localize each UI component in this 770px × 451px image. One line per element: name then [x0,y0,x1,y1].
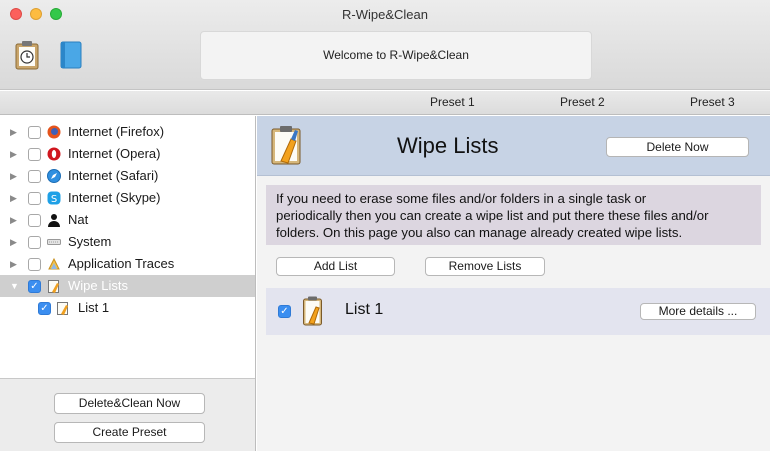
info-text-line: If you need to erase some files and/or f… [276,191,647,206]
sidebar-item-label: System [68,234,112,249]
delete-now-button[interactable]: Delete Now [606,137,749,157]
preset-2-column[interactable]: Preset 2 [560,95,605,109]
expand-arrow-icon[interactable]: ▶ [10,209,17,231]
sidebar-item-opera[interactable]: ▶ Internet (Opera) [0,143,255,165]
window-titlebar: R-Wipe&Clean Welcome to R-Wipe&Clean [0,0,770,90]
list-checkbox[interactable]: ✓ [278,305,291,318]
item-checkbox[interactable] [28,192,41,205]
clipboard-clock-icon[interactable] [14,40,40,70]
item-checkbox[interactable] [28,258,41,271]
info-text-line: periodically then you can create a wipe … [276,208,709,223]
sidebar-item-label: Wipe Lists [68,278,128,293]
firefox-icon [47,125,61,139]
collapse-arrow-icon[interactable]: ▼ [10,275,19,297]
main-panel: Wipe Lists Delete Now If you need to era… [257,116,770,451]
sidebar: ▶ Internet (Firefox) ▶ Internet (Opera) … [0,116,256,451]
preset-header: Preset 1 Preset 2 Preset 3 [0,91,770,115]
sidebar-item-label: Internet (Opera) [68,146,161,161]
sidebar-item-label: Internet (Skype) [68,190,161,205]
expand-arrow-icon[interactable]: ▶ [10,187,17,209]
expand-arrow-icon[interactable]: ▶ [10,165,17,187]
wipe-list-icon [48,280,59,293]
item-checkbox[interactable] [28,214,41,227]
info-panel: If you need to erase some files and/or f… [266,185,761,245]
sidebar-item-label: Internet (Firefox) [68,124,165,139]
expand-arrow-icon[interactable]: ▶ [10,121,17,143]
opera-icon [47,147,61,161]
sidebar-item-label: Internet (Safari) [68,168,159,183]
item-checkbox[interactable]: ✓ [38,302,51,315]
sidebar-item-safari[interactable]: ▶ Internet (Safari) [0,165,255,187]
delete-clean-now-button[interactable]: Delete&Clean Now [54,393,205,414]
sidebar-item-application-traces[interactable]: ▶ Application Traces [0,253,255,275]
sidebar-actions: Delete&Clean Now Create Preset [0,378,255,451]
item-checkbox[interactable] [28,126,41,139]
system-icon [47,239,61,245]
more-details-button[interactable]: More details ... [640,303,756,320]
list-item[interactable]: ✓ List 1 More details ... [266,288,770,335]
safari-icon [47,169,61,183]
sidebar-item-label: List 1 [78,300,110,315]
sidebar-item-nat[interactable]: ▶ Nat [0,209,255,231]
svg-text:S: S [51,194,57,205]
wipe-list-icon [57,302,68,315]
info-text-line: folders. On this page you also can manag… [276,225,683,240]
item-checkbox[interactable] [28,170,41,183]
expand-arrow-icon[interactable]: ▶ [10,253,17,275]
expand-arrow-icon[interactable]: ▶ [10,231,17,253]
sidebar-item-wipe-lists[interactable]: ▼ ✓ Wipe Lists [0,275,255,297]
skype-icon: S [47,191,61,205]
item-checkbox[interactable]: ✓ [28,280,41,293]
preset-1-column[interactable]: Preset 1 [430,95,475,109]
create-preset-button[interactable]: Create Preset [54,422,205,443]
window-title: R-Wipe&Clean [342,7,428,22]
page-title: Wipe Lists [397,133,499,158]
wipe-list-icon [271,126,301,165]
wipe-list-icon [303,296,322,326]
expand-arrow-icon[interactable]: ▶ [10,143,17,165]
book-icon[interactable] [58,40,84,70]
user-icon [48,214,60,227]
sidebar-item-list-1[interactable]: ✓ List 1 [0,297,255,319]
item-checkbox[interactable] [28,236,41,249]
preset-3-column[interactable]: Preset 3 [690,95,735,109]
sidebar-item-firefox[interactable]: ▶ Internet (Firefox) [0,121,255,143]
remove-lists-button[interactable]: Remove Lists [425,257,545,276]
main-header: Wipe Lists Delete Now [257,116,770,176]
sidebar-item-skype[interactable]: ▶ S Internet (Skype) [0,187,255,209]
add-list-button[interactable]: Add List [276,257,395,276]
list-name: List 1 [345,301,384,318]
welcome-banner: Welcome to R-Wipe&Clean [200,31,592,80]
sidebar-item-system[interactable]: ▶ System [0,231,255,253]
application-icon [48,257,60,270]
item-checkbox[interactable] [28,148,41,161]
sidebar-item-label: Application Traces [68,256,175,271]
sidebar-item-label: Nat [68,212,89,227]
